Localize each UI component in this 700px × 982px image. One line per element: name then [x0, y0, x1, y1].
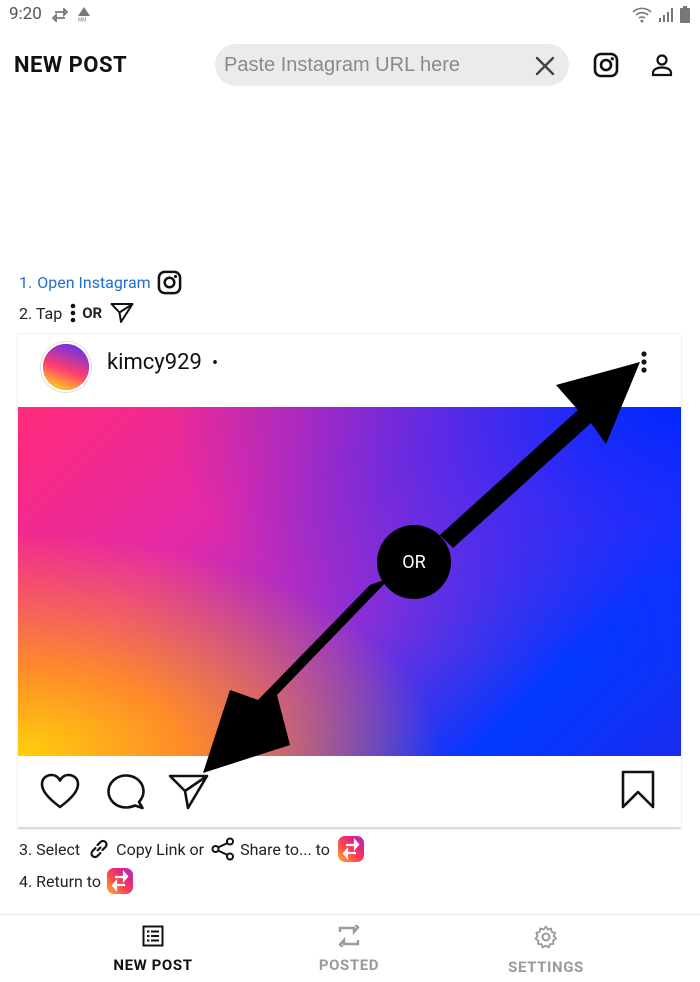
nav-tab-new-post[interactable]: NEW POST [83, 925, 223, 974]
url-input[interactable] [224, 50, 524, 80]
share-icon [211, 837, 235, 861]
step1-prefix: 1. [19, 273, 33, 292]
nav-label: SETTINGS [508, 958, 584, 976]
open-instagram-button[interactable] [591, 50, 621, 80]
app-header: NEW POST [0, 40, 700, 94]
list-icon [142, 925, 164, 951]
step2-text: 2. Tap [19, 303, 63, 323]
step-2: 2. Tap OR [19, 302, 134, 324]
bottom-navigation: NEW POST POSTED SETTINGS [0, 914, 700, 982]
svg-text:MM: MM [78, 18, 86, 23]
nav-tab-settings[interactable]: SETTINGS [476, 925, 616, 976]
link-icon [87, 837, 111, 861]
step3-copy-link: Copy Link or [116, 839, 205, 859]
repost-app-icon [337, 836, 364, 862]
instagram-icon [593, 52, 619, 78]
signal-icon [658, 7, 674, 27]
clear-button[interactable] [531, 52, 559, 80]
page-title: NEW POST [14, 53, 128, 78]
wifi-icon [632, 7, 652, 27]
step3-select: 3. Select [19, 839, 81, 859]
step-3: 3. Select Copy Link or Share to... to [19, 836, 364, 862]
step-1: 1. Open Instagram [19, 270, 182, 295]
status-time: 9:20 [9, 4, 42, 24]
repost-icon [51, 6, 69, 26]
repost-icon [337, 922, 361, 951]
more-vertical-icon [637, 350, 651, 380]
step2-or: OR [82, 304, 103, 322]
nav-tab-posted[interactable]: POSTED [279, 922, 419, 974]
gear-icon [534, 925, 558, 953]
profile-button[interactable] [647, 50, 677, 80]
username-separator: • [212, 353, 219, 374]
status-bar: 9:20 MM [0, 0, 700, 30]
step4-return: 4. Return to [19, 871, 102, 891]
bookmark-icon [620, 770, 660, 810]
nav-label: POSTED [318, 956, 380, 974]
more-vertical-icon [70, 303, 76, 323]
step3-share-to: Share to... to [240, 839, 330, 859]
profile-icon [651, 54, 673, 77]
post-username: kimcy929 [107, 350, 202, 375]
mm-icon: MM [76, 6, 92, 26]
step-4: 4. Return to [19, 868, 134, 894]
open-instagram-link[interactable]: Open Instagram [37, 273, 151, 292]
battery-icon [680, 6, 690, 27]
instagram-post-preview: kimcy929 • [18, 333, 681, 827]
post-action-bar [18, 756, 681, 828]
instagram-icon [157, 270, 182, 295]
heart-icon [40, 772, 80, 812]
repost-app-icon [107, 868, 134, 894]
avatar [41, 342, 91, 392]
comment-icon [106, 772, 146, 812]
post-image [18, 407, 681, 756]
url-field[interactable] [215, 44, 569, 86]
send-icon [168, 772, 209, 812]
nav-label: NEW POST [113, 956, 193, 974]
send-icon [110, 302, 134, 324]
close-icon [535, 56, 555, 76]
or-badge: OR [377, 525, 451, 599]
